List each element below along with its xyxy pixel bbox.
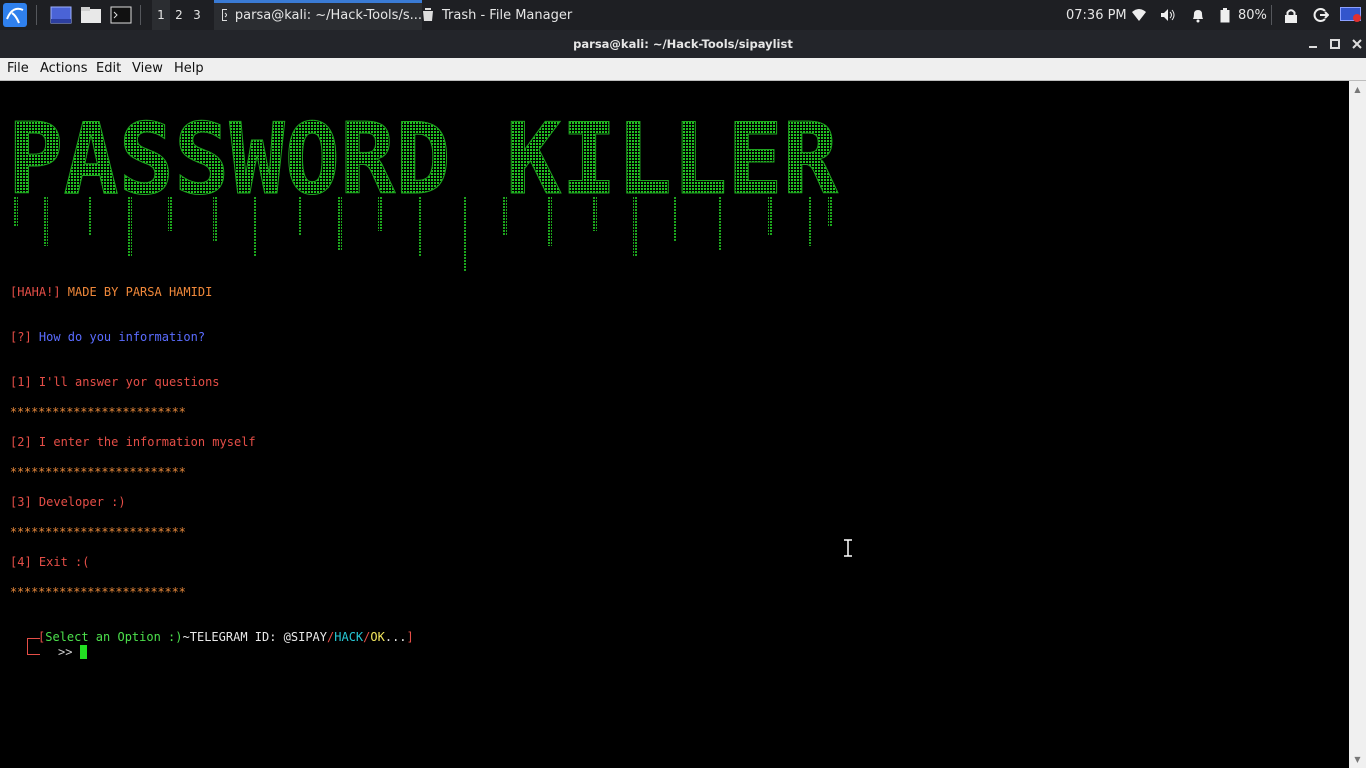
option-1: [1] I'll answer yor questions — [10, 375, 220, 389]
lock-screen-icon[interactable] — [1282, 0, 1300, 30]
option-2: [2] I enter the information myself — [10, 435, 256, 449]
mouse-ibeam-cursor-icon — [844, 539, 852, 557]
volume-icon[interactable] — [1159, 0, 1177, 30]
battery-icon[interactable] — [1219, 0, 1231, 30]
menu-help[interactable]: Help — [174, 61, 204, 76]
text-cursor — [80, 645, 87, 659]
task-trash-file-manager[interactable]: Trash - File Manager — [414, 0, 592, 30]
stars-divider: ************************* — [10, 405, 186, 419]
menu-view[interactable]: View — [132, 61, 163, 76]
window-titlebar[interactable]: parsa@kali: ~/Hack-Tools/sipaylist — [0, 30, 1366, 58]
top-panel: 1 2 3 parsa@kali: ~/Hack-Tools/s... Tras… — [0, 0, 1366, 30]
file-manager-launcher-icon[interactable] — [78, 0, 104, 30]
menu-edit[interactable]: Edit — [96, 61, 121, 76]
notifications-bell-icon[interactable] — [1189, 0, 1207, 30]
credit-line: [HAHA!] MADE BY PARSA HAMIDI — [10, 285, 213, 299]
clock[interactable]: 07:36 PM — [1066, 0, 1127, 30]
maximize-button[interactable] — [1325, 34, 1345, 54]
terminal-scrollbar[interactable]: ▲ ▼ — [1349, 81, 1366, 768]
scroll-up-arrow-icon[interactable]: ▲ — [1349, 81, 1366, 98]
scroll-down-arrow-icon[interactable]: ▼ — [1349, 751, 1366, 768]
option-3: [3] Developer :) — [10, 495, 126, 509]
banner-text: PASSWORD KILLER — [8, 103, 838, 217]
logout-icon[interactable] — [1312, 0, 1330, 30]
task-terminal[interactable]: parsa@kali: ~/Hack-Tools/s... — [214, 0, 422, 30]
menu-file[interactable]: File — [7, 61, 29, 76]
menu-bar: File Actions Edit View Help — [0, 58, 1366, 81]
terminal-output[interactable]: PASSWORD KILLER [HAHA!] MADE BY PARSA HA… — [0, 81, 1349, 768]
workspace-2[interactable]: 2 — [170, 0, 188, 30]
stars-divider: ************************* — [10, 525, 186, 539]
kali-menu-icon[interactable] — [2, 0, 28, 30]
show-desktop-icon[interactable] — [48, 0, 74, 30]
option-4: [4] Exit :( — [10, 555, 90, 569]
prompt-line: [Select an Option :)~TELEGRAM ID: @SIPAY… — [38, 630, 414, 644]
workspace-1[interactable]: 1 — [152, 0, 170, 30]
terminal-launcher-icon[interactable] — [108, 0, 134, 30]
close-button[interactable] — [1347, 34, 1366, 54]
menu-actions[interactable]: Actions — [40, 61, 88, 76]
screen-recorder-icon[interactable] — [1340, 0, 1362, 30]
stars-divider: ************************* — [10, 585, 186, 599]
window-title: parsa@kali: ~/Hack-Tools/sipaylist — [573, 37, 793, 51]
terminal-icon — [222, 9, 227, 21]
ascii-banner: PASSWORD KILLER — [8, 103, 839, 271]
workspace-3[interactable]: 3 — [188, 0, 206, 30]
minimize-button[interactable] — [1303, 34, 1323, 54]
trash-icon — [423, 8, 433, 21]
wifi-icon[interactable] — [1130, 0, 1148, 30]
stars-divider: ************************* — [10, 465, 186, 479]
prompt-input[interactable]: >> — [58, 645, 72, 660]
battery-percent: 80% — [1238, 7, 1267, 23]
question-line: [?] How do you information? — [10, 330, 206, 344]
